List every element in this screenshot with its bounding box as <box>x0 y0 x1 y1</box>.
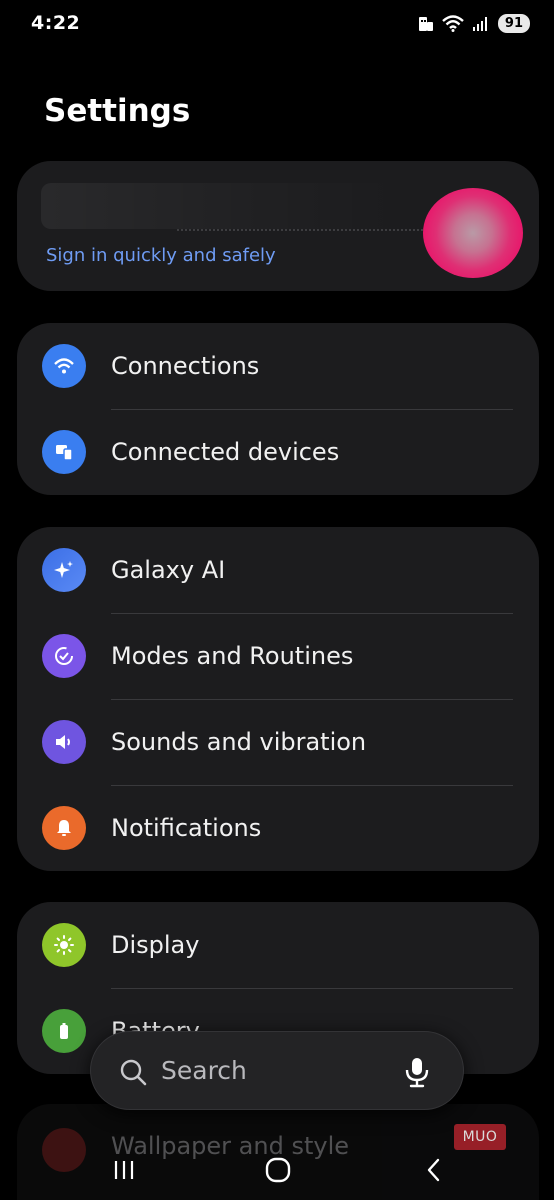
settings-item-modes-routines[interactable]: Modes and Routines <box>17 613 539 699</box>
avatar[interactable] <box>423 188 523 278</box>
bell-icon <box>42 806 86 850</box>
settings-item-display[interactable]: Display <box>17 902 539 988</box>
status-time: 4:22 <box>31 12 81 34</box>
wifi-icon <box>442 15 464 32</box>
settings-item-notifications[interactable]: Notifications <box>17 785 539 871</box>
sun-icon <box>42 923 86 967</box>
settings-item-label: Connections <box>111 352 260 380</box>
account-divider <box>177 229 423 231</box>
settings-item-connections[interactable]: Connections <box>17 323 539 409</box>
settings-item-label: Sounds and vibration <box>111 728 367 756</box>
recent-apps-icon[interactable] <box>104 1150 144 1190</box>
settings-item-label: Display <box>111 931 200 959</box>
sign-in-link[interactable]: Sign in quickly and safely <box>46 245 276 266</box>
home-icon[interactable] <box>258 1150 298 1190</box>
back-icon[interactable] <box>414 1150 454 1190</box>
settings-item-label: Modes and Routines <box>111 642 354 670</box>
search-icon <box>120 1059 147 1086</box>
settings-item-label: Notifications <box>111 814 262 842</box>
mic-icon[interactable] <box>404 1056 430 1088</box>
page-title: Settings <box>44 93 191 129</box>
settings-item-galaxy-ai[interactable]: Galaxy AI <box>17 527 539 613</box>
settings-item-label: Connected devices <box>111 438 340 466</box>
settings-item-label: Galaxy AI <box>111 556 226 584</box>
status-bar: 4:22 91 <box>0 0 554 50</box>
settings-group-connections: Connections Connected devices <box>17 323 539 495</box>
account-name-blurred <box>41 183 401 229</box>
search-label: Search <box>161 1056 247 1085</box>
search-bar[interactable]: Search <box>90 1031 464 1110</box>
status-icons: 91 <box>418 14 530 33</box>
wifi-icon <box>42 344 86 388</box>
navigation-bar <box>0 1140 554 1200</box>
signal-icon <box>472 16 487 31</box>
notification-icon <box>418 17 433 31</box>
sparkle-icon <box>42 548 86 592</box>
routine-icon <box>42 634 86 678</box>
devices-icon <box>42 430 86 474</box>
battery-icon <box>42 1009 86 1053</box>
settings-item-connected-devices[interactable]: Connected devices <box>17 409 539 495</box>
account-card[interactable]: Sign in quickly and safely <box>17 161 539 291</box>
settings-item-sounds[interactable]: Sounds and vibration <box>17 699 539 785</box>
settings-group-features: Galaxy AI Modes and Routines Sounds and … <box>17 527 539 871</box>
battery-badge: 91 <box>497 14 530 33</box>
speaker-icon <box>42 720 86 764</box>
